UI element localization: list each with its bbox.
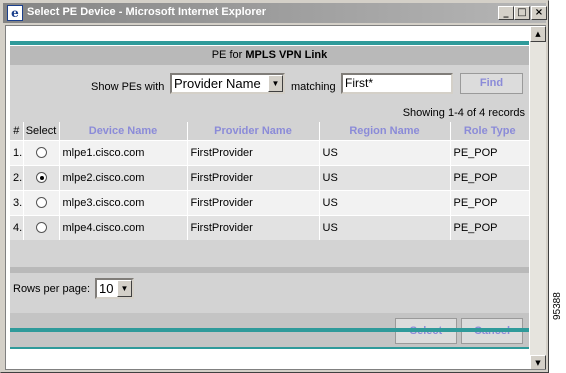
chevron-down-icon[interactable]: ▼: [268, 75, 283, 92]
find-button[interactable]: Find: [460, 73, 523, 94]
row-number: 2.: [10, 164, 24, 190]
chevron-down-icon[interactable]: ▼: [117, 280, 132, 297]
provider-name: FirstProvider: [187, 189, 320, 215]
col-provider-name[interactable]: Provider Name: [187, 122, 320, 141]
region-name: US: [319, 139, 451, 165]
filter-field-select[interactable]: Provider Name ▼: [170, 73, 285, 94]
rows-per-page-label: Rows per page:: [13, 283, 91, 295]
col-role-type[interactable]: Role Type: [450, 122, 529, 141]
page-client-area: PE for MPLS VPN Link Show PEs with Provi…: [5, 25, 546, 370]
select-radio[interactable]: [35, 222, 47, 234]
bottom-accent-bar: [10, 328, 529, 332]
table-row: 3. mlpe3.cisco.com FirstProvider US PE_P…: [10, 189, 529, 215]
row-select-cell: [23, 164, 60, 190]
row-select-cell: [23, 139, 60, 165]
filter-row: Show PEs with Provider Name ▼ matching F…: [10, 72, 529, 96]
panel-header-prefix: PE for: [211, 49, 243, 61]
records-count: Showing 1-4 of 4 records: [402, 107, 525, 119]
figure-id: 95388: [552, 292, 563, 320]
table-row: 2. mlpe2.cisco.com FirstProvider US PE_P…: [10, 164, 529, 190]
close-button[interactable]: ×: [531, 6, 547, 20]
vertical-scrollbar[interactable]: ▲ ▼: [530, 26, 546, 369]
top-accent-bar: [10, 41, 529, 45]
col-select: Select: [23, 122, 60, 141]
role-type: PE_POP: [450, 164, 529, 190]
select-radio[interactable]: [35, 197, 47, 209]
region-name: US: [319, 164, 451, 190]
maximize-button[interactable]: □: [514, 6, 530, 20]
table-row: 4. mlpe4.cisco.com FirstProvider US PE_P…: [10, 214, 529, 240]
region-name: US: [319, 214, 451, 240]
select-radio[interactable]: [35, 172, 47, 184]
provider-name: FirstProvider: [187, 139, 320, 165]
role-type: PE_POP: [450, 189, 529, 215]
minimize-button[interactable]: _: [498, 6, 514, 20]
table-row: 1. mlpe1.cisco.com FirstProvider US PE_P…: [10, 139, 529, 165]
matching-label: matching: [291, 81, 336, 93]
row-select-cell: [23, 214, 60, 240]
device-name: mlpe1.cisco.com: [59, 139, 188, 165]
col-number: #: [10, 122, 24, 141]
select-radio[interactable]: [35, 147, 47, 159]
pe-table: # Select Device Name Provider Name Regio…: [10, 122, 529, 240]
provider-name: FirstProvider: [187, 214, 320, 240]
scroll-up-icon[interactable]: ▲: [530, 26, 546, 42]
row-number: 4.: [10, 214, 24, 240]
rows-per-page-row: Rows per page: 10 ▼: [10, 273, 529, 307]
row-select-cell: [23, 189, 60, 215]
device-name: mlpe2.cisco.com: [59, 164, 188, 190]
ie-icon: e: [7, 5, 23, 21]
rows-per-page-value: 10: [99, 281, 114, 296]
show-pes-label: Show PEs with: [91, 81, 165, 93]
row-number: 3.: [10, 189, 24, 215]
rows-per-page-select[interactable]: 10 ▼: [95, 278, 134, 299]
window-title: Select PE Device - Microsoft Internet Ex…: [27, 6, 267, 18]
device-name: mlpe3.cisco.com: [59, 189, 188, 215]
role-type: PE_POP: [450, 214, 529, 240]
title-bar[interactable]: e Select PE Device - Microsoft Internet …: [3, 3, 547, 23]
pe-selector-panel: PE for MPLS VPN Link Show PEs with Provi…: [10, 46, 529, 349]
status-accent-line: [10, 347, 529, 349]
role-type: PE_POP: [450, 139, 529, 165]
panel-header-link-type: MPLS VPN Link: [245, 49, 328, 61]
col-device-name[interactable]: Device Name: [59, 122, 188, 141]
match-input[interactable]: First*: [341, 73, 453, 94]
col-region-name[interactable]: Region Name: [319, 122, 451, 141]
provider-name: FirstProvider: [187, 164, 320, 190]
browser-window: e Select PE Device - Microsoft Internet …: [0, 0, 549, 373]
page-content: PE for MPLS VPN Link Show PEs with Provi…: [6, 26, 529, 369]
filter-field-value: Provider Name: [174, 76, 261, 91]
region-name: US: [319, 189, 451, 215]
row-number: 1.: [10, 139, 24, 165]
scroll-down-icon[interactable]: ▼: [530, 355, 546, 369]
panel-header: PE for MPLS VPN Link: [10, 46, 529, 65]
device-name: mlpe4.cisco.com: [59, 214, 188, 240]
